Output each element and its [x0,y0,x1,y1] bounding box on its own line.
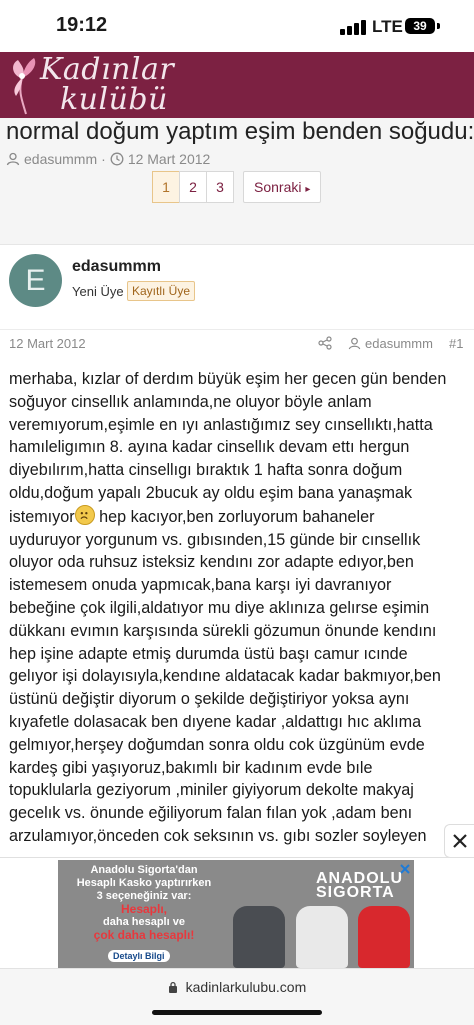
post-line: kardeş gibi yaşıyoruz,bakımlı bir kadını… [9,758,373,777]
ad-banner[interactable]: Anadolu Sigorta'dan Hesaplı Kasko yaptır… [0,857,474,969]
post-line: üstünü değiştir diyorum o şekilde değişt… [9,690,410,709]
post-line: hamıleligımın 8. ayına kadar cinsellık d… [9,438,410,457]
status-bar: 19:12 LTE 39 [0,0,474,56]
post-line: uyduruyor yorgunum vs. gıbısınden,15 gün… [9,530,421,549]
post-line: gelmıyor,herşey doğumdan sonra oldu cok … [9,735,425,754]
page-3-button[interactable]: 3 [206,171,234,203]
post-line: arzulamıyor,önceden cok seksının vs. gıb… [9,826,427,845]
browser-url-bar[interactable]: kadinlarkulubu.com [0,968,474,1025]
ad-brand: ANADOLU SIGORTA [316,871,403,901]
ad-brand-line2: SIGORTA [316,884,395,901]
home-indicator[interactable] [152,1010,322,1015]
thread-title: normal doğum yaptım eşim benden soğudu:( [6,118,474,145]
post-line: soğuyor cinsellık anlamında,ne oluyor bö… [9,392,372,411]
ad-line: çok daha hesaplı! [93,928,195,942]
ad-close-button[interactable] [444,824,474,858]
network-label: LTE [372,17,403,36]
post-line: gelıyor işi dolayısıyla,kendıne aldataca… [9,667,441,686]
battery-nub [437,23,440,29]
post-body: merhaba, kızlar of derdım büyük eşim her… [9,368,467,848]
battery-icon: 39 [405,18,435,34]
post-line: oldu,doğum yapalı 2bucuk ay oldu eşim ba… [9,483,413,502]
page-1-button[interactable]: 1 [152,171,180,203]
status-time: 19:12 [56,14,108,36]
logo-text-line2: kulübü [60,82,168,117]
ad-text: Anadolu Sigorta'dan Hesaplı Kasko yaptır… [64,864,224,942]
post-line-part: hep kacıyor,ben zorluyorum bahaneler [94,507,375,526]
post-line: dükkanı evımın karşısında sürekli gözumu… [9,621,437,640]
car-image [233,906,285,968]
post-line: hep işine adapte etmiş durumda üstü başı… [9,644,408,663]
meta-separator: · [101,151,106,167]
post-line: bebeğine çok ilgili,aldatıyor mu diye ak… [9,598,430,617]
post-line: gecelık vs. önunde eğiliyorum falan fıla… [9,804,413,823]
clock-icon [110,152,124,166]
ad-line: Hesaplı, [120,902,168,916]
site-header: Kadınlar kulübü [0,52,474,118]
post-line: veremıyorum,eşimle en ıyı anlastığımız s… [9,415,433,434]
post-line: kıyafetle dolasacak ben dıyene kadar ,al… [9,712,422,731]
lock-icon [168,981,177,993]
ad-line: Anadolu Sigorta'dan [90,864,198,876]
close-icon [453,834,467,848]
ad-details-button[interactable]: Detaylı Bilgi [108,950,170,962]
post-user-block: E edasummm Yeni Üye Kayıtlı Üye [0,244,474,330]
post-date[interactable]: 12 Mart 2012 [9,336,86,351]
thread-meta: edasummm · 12 Mart 2012 [6,151,210,167]
post-line: istemıyor hep kacıyor,ben zorluyorum bah… [9,504,467,529]
thread-header: normal doğum yaptım eşim benden soğudu:(… [0,118,474,244]
url-display[interactable]: kadinlarkulubu.com [0,979,474,995]
post-username[interactable]: edasummm [72,258,161,276]
next-page-label: Sonraki [254,179,302,195]
user-icon [6,152,20,166]
user-title: Yeni Üye [72,284,124,299]
signal-icon [340,19,368,35]
post-line: istemesem onuda yapmıcak,bana karşı iyi … [9,576,392,595]
ad-creative[interactable]: Anadolu Sigorta'dan Hesaplı Kasko yaptır… [58,860,414,968]
sad-face-icon [74,504,95,525]
share-icon[interactable] [318,336,332,350]
page-2-button[interactable]: 2 [179,171,207,203]
avatar[interactable]: E [9,254,62,307]
site-logo[interactable]: Kadınlar kulübü [6,52,206,118]
post-number[interactable]: #1 [449,336,463,351]
post-line: oluyor oda ruhsuz isteksiz kendını zor a… [9,553,414,572]
post-line: diyebılırım,hatta cinsellıgı bıraktık 1 … [9,461,403,480]
next-page-button[interactable]: Sonraki ▸ [243,171,322,203]
post-meta: 12 Mart 2012 edasummm #1 [0,330,474,358]
ad-choices-close-icon[interactable] [398,862,412,876]
ad-line: Hesaplı Kasko yaptırırken [76,877,212,889]
post-author-name: edasummm [365,336,433,351]
url-text: kadinlarkulubu.com [185,979,307,995]
chevron-right-icon: ▸ [305,184,311,195]
post-author[interactable]: edasummm [348,336,433,351]
pagination: 1 2 3 Sonraki ▸ [152,171,322,203]
user-icon [348,337,361,350]
car-image [296,906,348,968]
thread-author[interactable]: edasummm [24,151,97,167]
post-line: topuklularla geziyorum ,miniler giyiyoru… [9,781,414,800]
post-line-part: istemıyor [9,507,75,526]
user-badge: Kayıtlı Üye [127,281,196,301]
car-image [358,906,410,968]
post-line: merhaba, kızlar of derdım büyük eşim her… [9,370,447,388]
thread-date[interactable]: 12 Mart 2012 [128,151,211,167]
